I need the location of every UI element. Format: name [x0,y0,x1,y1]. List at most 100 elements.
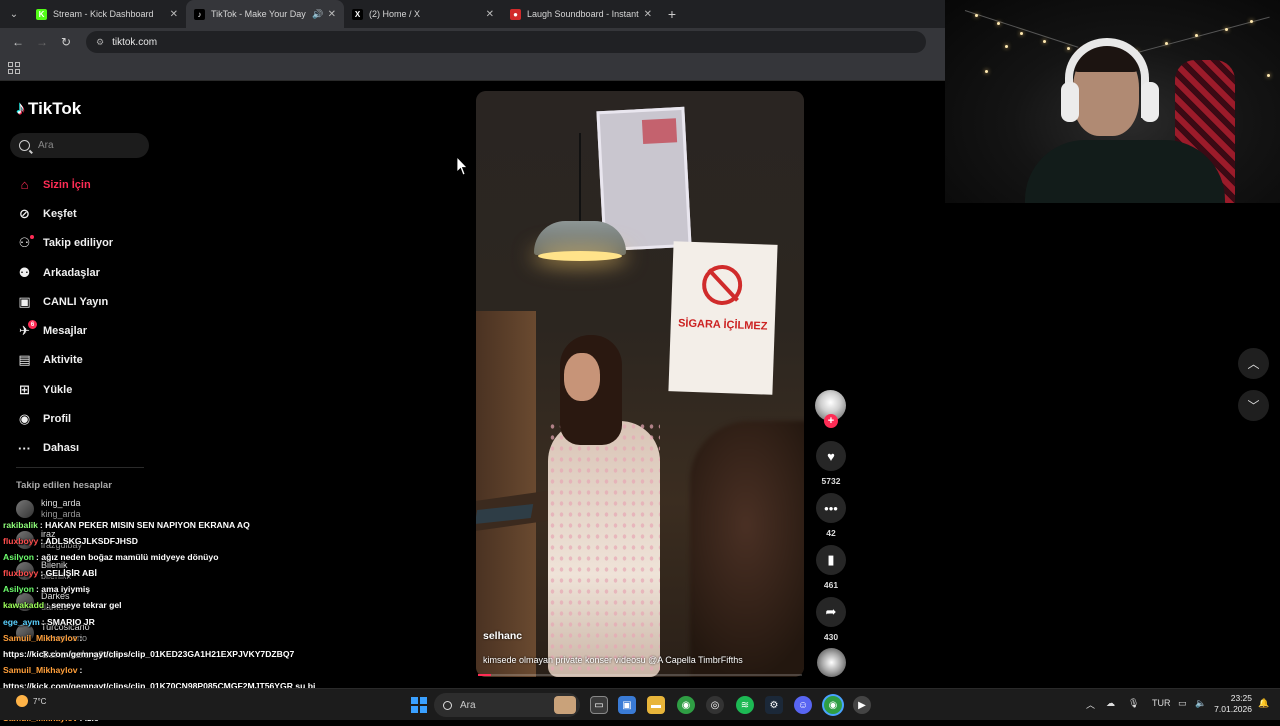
heart-icon: ♥ [827,448,835,464]
site-info-icon[interactable]: ⚙ [96,37,104,48]
obs-icon[interactable]: ◎ [706,696,724,714]
sidebar-item-label: Aktivite [43,354,83,367]
store-icon[interactable]: ▣ [618,696,636,714]
address-bar[interactable]: ⚙ tiktok.com [86,31,926,53]
chat-username: Samuil_Mikhaylov [3,664,78,675]
video-progress-bar[interactable] [478,674,802,676]
reload-icon[interactable]: ↻ [54,35,78,49]
browser-tab[interactable]: ♪ TikTok - Make Your Day 🔊 ✕ [186,0,344,28]
tab-audio-icon[interactable]: 🔊 [312,9,323,20]
previous-video-button[interactable]: ︿ [1238,348,1269,379]
browser-toolbar: ← → ↻ ⚙ tiktok.com [0,28,945,56]
taskbar-widget-icon[interactable] [554,696,576,714]
chat-text: : HAKAN PEKER MISIN SEN NAPIYON EKRANA A… [39,520,250,530]
chrome-active-icon[interactable]: ◉ [824,696,842,714]
windows-start-icon[interactable] [411,697,427,713]
task-view-icon[interactable]: ▭ [590,696,608,714]
webcam-overlay [945,0,1280,203]
chat-message: Samuil_Mikhaylov: [3,630,423,646]
chat-message: kawakadd: seneye tekrar gel [3,597,423,613]
monitor-icon[interactable]: ▭ [1178,698,1187,709]
sidebar-item-live[interactable]: ▣ CANLI Yayın [16,287,146,316]
chat-text: : [79,632,83,643]
search-input[interactable] [38,140,138,151]
network-app-icon[interactable]: ☁ [1106,698,1115,709]
spotify-icon[interactable]: ≋ [736,696,754,714]
music-disc-icon[interactable] [817,648,846,677]
tab-close-icon[interactable]: ✕ [486,9,494,20]
taskbar-search-text: Ara [460,699,476,711]
sidebar-item-label: Arkadaşlar [43,266,100,279]
sidebar-item-compass[interactable]: ⊘ Keşfet [16,199,146,228]
sidebar-item-more[interactable]: ··· Dahası [16,434,146,463]
sidebar-item-home[interactable]: ⌂ Sizin İçin [16,170,146,199]
chat-text: : ADLSKGJLKSDFJHSD [40,536,138,547]
sidebar-item-label: Takip ediliyor [43,237,114,250]
tab-close-icon[interactable]: ✕ [644,9,652,20]
comment-button[interactable]: ••• [816,493,846,523]
language-indicator[interactable]: TUR [1152,698,1171,708]
discord-icon[interactable]: ☺ [794,696,812,714]
tab-close-icon[interactable]: ✕ [170,9,178,20]
like-button[interactable]: ♥ [816,441,846,471]
chrome-icon[interactable]: ◉ [677,696,695,714]
microphone-icon[interactable]: 🎙 [1128,698,1139,709]
system-clock[interactable]: 23:25 7.01.2026 [1214,693,1252,715]
tiktok-logo[interactable]: ♪ TikTok [16,98,81,119]
sidebar-item-label: Yükle [43,383,73,396]
browser-tab[interactable]: X (2) Home / X ✕ [344,0,502,28]
chat-message: Asilyon: ama iyiymiş [3,581,423,597]
clock-date: 7.01.2026 [1214,704,1252,714]
address-text: tiktok.com [112,36,158,48]
tab-close-icon[interactable]: ✕ [328,9,336,20]
chat-username: rakibalik [3,520,38,530]
follow-plus-icon[interactable]: + [824,414,838,428]
friends-icon: ⚉ [18,264,31,280]
next-video-button[interactable]: ﹀ [1238,390,1269,421]
steam-icon[interactable]: ⚙ [765,696,783,714]
live-icon: ▣ [18,293,31,309]
save-count: 461 [823,580,839,590]
sidebar-item-messages[interactable]: ✈ Mesajlar 6 [16,316,146,345]
sidebar-item-label: CANLI Yayın [43,295,109,308]
notification-dot [30,234,34,239]
browser-tab[interactable]: K Stream - Kick Dashboard ✕ [28,0,186,28]
search-icon [19,140,30,151]
comment-icon: ••• [824,500,838,516]
media-player-icon[interactable]: ▶ [853,696,871,714]
profile-icon: ◉ [18,411,31,427]
browser-tab[interactable]: ● Laugh Soundboard - Instant So ✕ [502,0,660,28]
tiktok-brand-text: TikTok [28,98,82,118]
file-explorer-icon[interactable]: ▬ [647,696,665,714]
sidebar-item-activity[interactable]: ▤ Aktivite [16,346,146,375]
weather-widget[interactable]: 7°C [16,695,46,707]
following-accounts-title: Takip edilen hesaplar [16,480,112,491]
sidebar-item-friends[interactable]: ⚉ Arkadaşlar [16,258,146,287]
share-arrow-icon: ➦ [825,604,837,619]
chat-message: Asilyon: ağız neden boğaz mamülü midyeye… [3,549,423,565]
video-author[interactable]: selhanc [483,630,522,642]
chat-username: fluxboyy [3,536,39,547]
tab-search-chevron-icon[interactable]: ⌄ [0,0,28,28]
chat-username: Asilyon [3,552,35,563]
sidebar-item-upload[interactable]: ⊞ Yükle [16,375,146,404]
search-box[interactable] [10,133,149,158]
back-arrow-icon[interactable]: ← [6,35,30,49]
volume-icon[interactable]: 🔈 [1195,698,1206,709]
new-tab-button[interactable]: + [660,6,684,22]
tiktok-note-icon: ♪ [16,98,25,118]
save-button[interactable]: ▮ [816,545,846,575]
apps-grid-icon[interactable] [8,62,20,74]
chat-message: fluxboyy: GELİŞİR ABİ [3,565,423,581]
notification-bell-icon[interactable]: 🔔 [1258,698,1269,709]
sidebar-item-profile[interactable]: ◉ Profil [16,404,146,433]
chat-username: Samuil_Mikhaylov [3,632,78,643]
chat-text: : SMARIO JR [41,616,95,627]
tab-title: TikTok - Make Your Day [211,9,306,19]
creator-avatar[interactable]: + [815,390,846,428]
forward-arrow-icon[interactable]: → [30,35,54,49]
tray-chevron-icon[interactable]: ︿ [1086,698,1095,711]
sidebar-item-following[interactable]: ⚇ Takip ediliyor [16,229,146,258]
share-button[interactable]: ➦ [816,597,846,627]
video-player[interactable]: SİGARA İÇİLMEZ [476,91,804,677]
